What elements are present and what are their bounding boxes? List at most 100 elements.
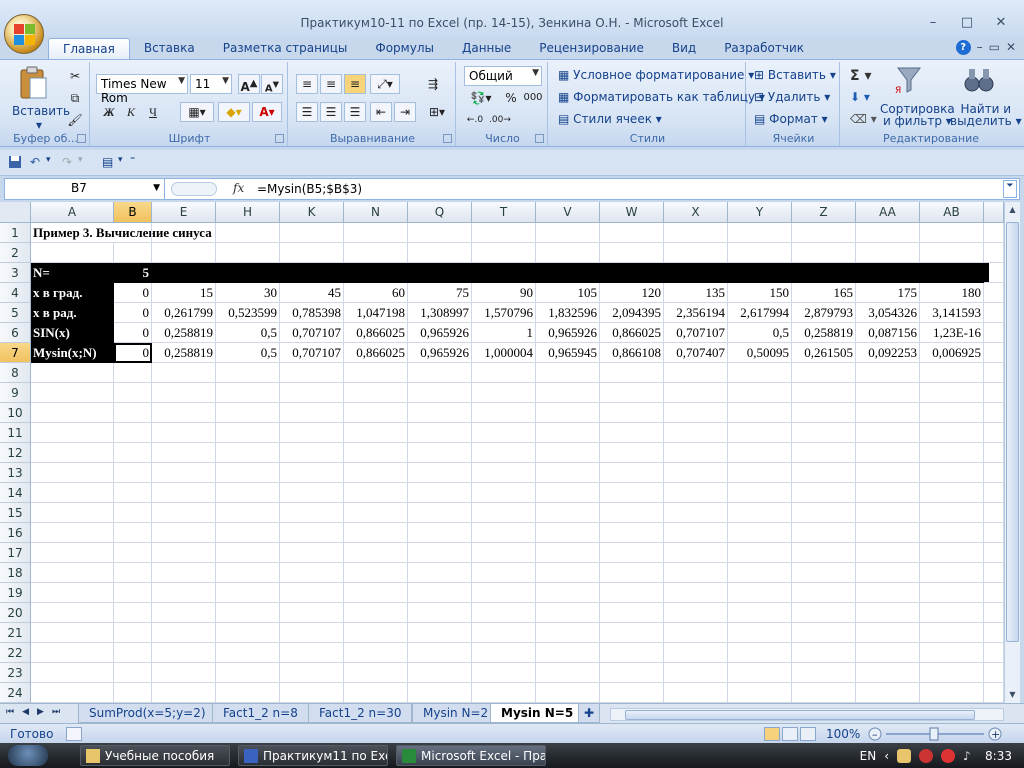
office-button[interactable] — [4, 14, 44, 54]
cell-x8[interactable] — [664, 363, 728, 383]
cell-w8[interactable] — [600, 363, 664, 383]
cell-t3[interactable] — [472, 263, 536, 283]
cell-b13[interactable] — [114, 463, 152, 483]
redo-dropdown-icon[interactable]: ▾ — [78, 155, 94, 171]
cell-a11[interactable] — [31, 423, 114, 443]
row-header-8[interactable]: 8 — [0, 363, 31, 383]
cell-q11[interactable] — [408, 423, 472, 443]
thousands-button[interactable]: 000 — [522, 88, 544, 108]
cell-y17[interactable] — [728, 543, 792, 563]
cell-w17[interactable] — [600, 543, 664, 563]
first-sheet-icon[interactable]: ⏮ — [6, 707, 14, 717]
cell-x17[interactable] — [664, 543, 728, 563]
scroll-up-icon[interactable]: ▲ — [1005, 202, 1020, 218]
insert-sheet-icon[interactable]: ✚ — [578, 704, 601, 723]
cell-q16[interactable] — [408, 523, 472, 543]
taskbar-item-word[interactable]: Практикум11 по Exc... — [238, 745, 388, 766]
tab-formulas[interactable]: Формулы — [361, 38, 448, 60]
cell-w2[interactable] — [600, 243, 664, 263]
cell-aa2[interactable] — [856, 243, 920, 263]
cell-ab11[interactable] — [920, 423, 984, 443]
merge-center-icon[interactable]: ⊞▾ — [422, 102, 452, 122]
cell-x14[interactable] — [664, 483, 728, 503]
cell-y21[interactable] — [728, 623, 792, 643]
row-header-7[interactable]: 7 — [0, 343, 31, 363]
ribbon-close-button[interactable]: ✕ — [1006, 40, 1016, 55]
network-icon[interactable] — [941, 748, 956, 763]
underline-button[interactable]: Ч — [142, 102, 164, 122]
sort-filter-button[interactable]: Сортировка и фильтр ▾ — [880, 102, 955, 128]
maximize-button[interactable]: □ — [950, 14, 984, 32]
cell-a18[interactable] — [31, 563, 114, 583]
conditional-formatting-button[interactable]: ▦ Условное форматирование ▾ — [558, 68, 754, 82]
security-icon[interactable] — [919, 748, 934, 763]
cell-b8[interactable] — [114, 363, 152, 383]
align-bottom-icon[interactable]: ≡ — [344, 74, 366, 94]
cell-b6[interactable]: 0 — [114, 323, 152, 343]
cell-k1[interactable] — [280, 223, 344, 243]
taskbar-item-excel[interactable]: Microsoft Excel - Пра... — [396, 745, 546, 766]
cell-x15[interactable] — [664, 503, 728, 523]
cell-q3[interactable] — [408, 263, 472, 283]
cell-w7[interactable]: 0,866108 — [600, 343, 664, 363]
clear-button[interactable]: ⌫ ▾ — [850, 112, 877, 126]
cell-h2[interactable] — [216, 243, 280, 263]
column-header-q[interactable]: Q — [408, 202, 472, 223]
formula-input[interactable]: =Mysin(B5;$B$3) — [257, 182, 362, 196]
cell-w1[interactable] — [600, 223, 664, 243]
grow-font-icon[interactable]: A▲ — [238, 74, 260, 94]
cell-a10[interactable] — [31, 403, 114, 423]
cell-k13[interactable] — [280, 463, 344, 483]
cell-aa11[interactable] — [856, 423, 920, 443]
font-name-select[interactable]: Times New Rom ▼ — [96, 74, 188, 105]
cell-ab4[interactable]: 180 — [920, 283, 984, 303]
cell-aa17[interactable] — [856, 543, 920, 563]
cell-q4[interactable]: 75 — [408, 283, 472, 303]
cell-n12[interactable] — [344, 443, 408, 463]
cell-e7[interactable]: 0,258819 — [152, 343, 216, 363]
cell-aa8[interactable] — [856, 363, 920, 383]
tab-review[interactable]: Рецензирование — [525, 38, 658, 60]
cell-a2[interactable] — [31, 243, 114, 263]
cell-q8[interactable] — [408, 363, 472, 383]
sheet-tab-fact-n8[interactable]: Fact1_2 n=8 — [212, 704, 309, 723]
expand-formula-icon[interactable]: ⏷ — [1003, 180, 1017, 198]
cell-w18[interactable] — [600, 563, 664, 583]
fill-button[interactable]: ⬇ ▾ — [850, 90, 870, 104]
cell-e14[interactable] — [152, 483, 216, 503]
cell-z17[interactable] — [792, 543, 856, 563]
cell-k3[interactable] — [280, 263, 344, 283]
cell-aa3[interactable] — [856, 263, 920, 283]
column-header-k[interactable]: K — [280, 202, 344, 223]
cell-v12[interactable] — [536, 443, 600, 463]
tab-home[interactable]: Главная — [48, 38, 130, 60]
cell-z1[interactable] — [792, 223, 856, 243]
cell-ab24[interactable] — [920, 683, 984, 703]
cell-z11[interactable] — [792, 423, 856, 443]
cell-y6[interactable]: 0,5 — [728, 323, 792, 343]
cell-q7[interactable]: 0,965926 — [408, 343, 472, 363]
cell-z8[interactable] — [792, 363, 856, 383]
cell-h5[interactable]: 0,523599 — [216, 303, 280, 323]
cell-v16[interactable] — [536, 523, 600, 543]
cell-x24[interactable] — [664, 683, 728, 703]
cell-a20[interactable] — [31, 603, 114, 623]
cell-k4[interactable]: 45 — [280, 283, 344, 303]
cell-k23[interactable] — [280, 663, 344, 683]
cell-h22[interactable] — [216, 643, 280, 663]
column-header-v[interactable]: V — [536, 202, 600, 223]
cell-aa24[interactable] — [856, 683, 920, 703]
cell-z9[interactable] — [792, 383, 856, 403]
cell-z24[interactable] — [792, 683, 856, 703]
cell-b24[interactable] — [114, 683, 152, 703]
next-sheet-icon[interactable]: ▶ — [37, 707, 44, 717]
cell-q24[interactable] — [408, 683, 472, 703]
cell-ab6[interactable]: 1,23E-16 — [920, 323, 984, 343]
cell-ab16[interactable] — [920, 523, 984, 543]
sheet-tab-mysin-n2[interactable]: Mysin N=2 — [412, 704, 500, 723]
volume-icon[interactable]: ♪ — [963, 749, 977, 763]
cell-x7[interactable]: 0,707407 — [664, 343, 728, 363]
row-header-22[interactable]: 22 — [0, 643, 31, 663]
cell-z14[interactable] — [792, 483, 856, 503]
cell-a19[interactable] — [31, 583, 114, 603]
